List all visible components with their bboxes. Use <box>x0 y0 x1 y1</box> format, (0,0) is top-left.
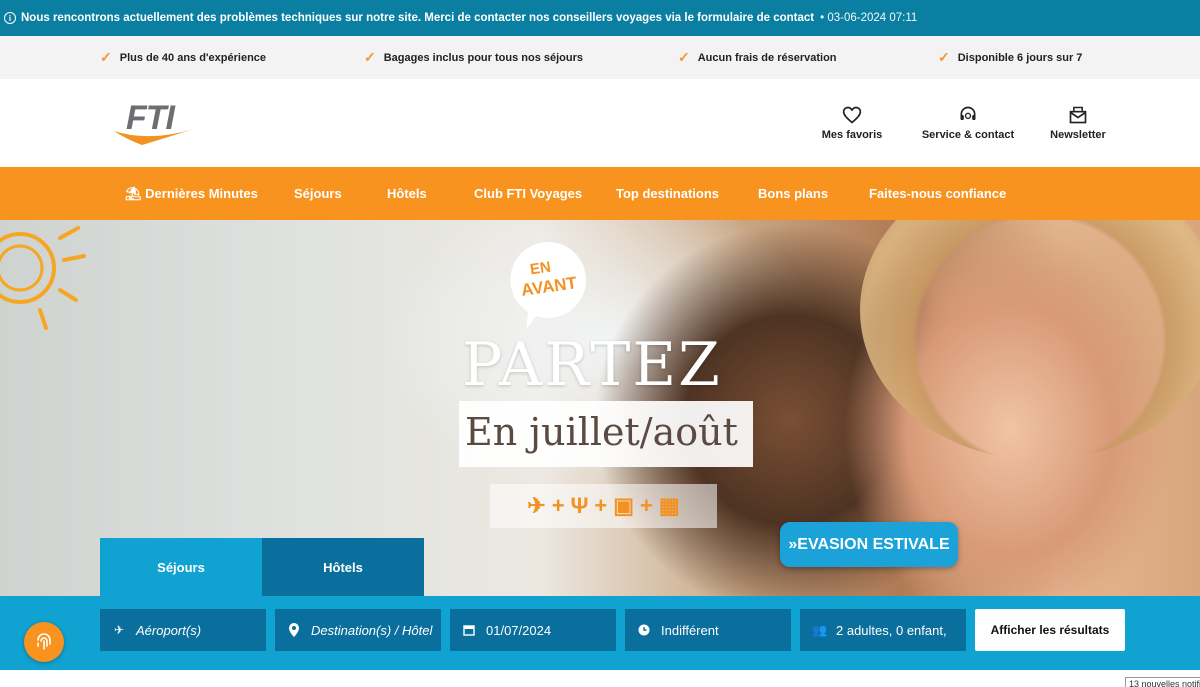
check-icon: ✓ <box>678 49 690 65</box>
page: i Nous rencontrons actuellement des prob… <box>0 0 1200 687</box>
travellers-value: 2 adultes, 0 enfant, <box>836 622 947 638</box>
fti-logo[interactable]: FTI <box>112 99 204 149</box>
badge-text-1: EN <box>528 258 552 279</box>
users-icon: 👥 <box>812 623 827 637</box>
map-pin-icon <box>289 623 299 637</box>
usp-label: Aucun frais de réservation <box>697 51 837 64</box>
airport-field[interactable]: ✈ Aéroport(s) <box>100 609 266 651</box>
usp-item: ✓ Disponible 6 jours sur 7 <box>938 49 1082 66</box>
nav-label: Dernières Minutes <box>145 186 258 201</box>
nav-item-confiance[interactable]: Faites-nous confiance <box>869 186 1006 201</box>
hero-headline: PARTEZ <box>462 330 722 400</box>
airport-placeholder: Aéroport(s) <box>136 622 202 638</box>
travellers-field[interactable]: 👥 2 adultes, 0 enfant, <box>800 609 966 651</box>
nav-item-club-fti[interactable]: Club FTI Voyages <box>474 186 582 201</box>
plus-icon: + <box>594 493 608 518</box>
plane-icon: ✈ <box>113 623 125 637</box>
duration-value: Indifférent <box>661 622 719 638</box>
usp-label: Bagages inclus pour tous nos séjours <box>383 51 583 64</box>
date-field[interactable]: 01/07/2024 <box>450 609 616 651</box>
hero-subheadline: En juillet/août <box>459 401 753 467</box>
date-value: 01/07/2024 <box>486 622 552 638</box>
nav-item-sejours[interactable]: Séjours <box>294 186 342 201</box>
alert-message: Nous rencontrons actuellement des problè… <box>21 12 815 24</box>
tab-hotels[interactable]: Hôtels <box>262 538 424 596</box>
usp-label: Plus de 40 ans d'expérience <box>119 51 267 64</box>
destination-placeholder: Destination(s) / Hôtel <box>311 622 433 638</box>
newsletter-label: Newsletter <box>1050 129 1106 141</box>
sun-icon <box>0 226 86 330</box>
check-icon: ✓ <box>938 49 950 65</box>
tab-sejours[interactable]: Séjours <box>100 538 262 596</box>
plane-icon: ✈ <box>527 493 546 518</box>
search-submit-button[interactable]: Afficher les résultats <box>975 609 1125 651</box>
destination-field[interactable]: Destination(s) / Hôtel <box>275 609 441 651</box>
alert-bar: i Nous rencontrons actuellement des prob… <box>0 0 1200 36</box>
newsletter-link[interactable]: Newsletter <box>1046 105 1110 141</box>
nav-item-top-destinations[interactable]: Top destinations <box>616 186 719 201</box>
heart-icon <box>842 106 862 124</box>
usp-bar: ✓ Plus de 40 ans d'expérience ✓ Bagages … <box>0 36 1200 79</box>
suitcase-icon: ▣ <box>613 493 635 518</box>
check-icon: ✓ <box>364 49 376 65</box>
main-nav: ⛱ Dernières Minutes Séjours Hôtels Club … <box>0 167 1200 220</box>
usp-item: ✓ Bagages inclus pour tous nos séjours <box>364 49 583 66</box>
usp-label: Disponible 6 jours sur 7 <box>957 51 1083 64</box>
alert-date: • 03-06-2024 07:11 <box>820 12 918 24</box>
logo-swoosh-icon <box>114 127 200 145</box>
nav-item-hotels[interactable]: Hôtels <box>387 186 427 201</box>
check-icon: ✓ <box>100 49 112 65</box>
fingerprint-icon[interactable] <box>24 622 64 662</box>
beach-umbrella-icon: ⛱ <box>125 186 142 201</box>
headset-icon <box>960 106 976 120</box>
fork-icon: Ψ <box>570 493 589 518</box>
package-icons: ✈ + Ψ + ▣ + ▦ <box>490 484 717 528</box>
hero-photo-hat <box>860 220 1200 460</box>
bus-icon: ▦ <box>658 493 680 518</box>
service-contact-link[interactable]: Service & contact <box>920 105 1016 141</box>
favorites-link[interactable]: Mes favoris <box>818 105 886 141</box>
usp-item: ✓ Aucun frais de réservation <box>678 49 837 66</box>
calendar-icon <box>463 625 475 636</box>
en-avant-badge: EN AVANT <box>506 240 586 330</box>
nav-item-dernieres-minutes[interactable]: ⛱ Dernières Minutes <box>125 186 258 202</box>
search-bar: ✈ Aéroport(s) Destination(s) / Hôtel 01/… <box>0 596 1200 670</box>
usp-item: ✓ Plus de 40 ans d'expérience <box>100 49 266 66</box>
evasion-estivale-button[interactable]: »EVASION ESTIVALE <box>780 522 958 567</box>
site-header: FTI Mes favoris Service & contact Newsle… <box>0 79 1200 167</box>
clock-icon <box>638 624 650 636</box>
duration-field[interactable]: Indifférent <box>625 609 791 651</box>
envelope-icon <box>1069 106 1087 124</box>
plus-icon: + <box>640 493 653 518</box>
plus-icon: + <box>551 493 565 518</box>
service-contact-label: Service & contact <box>921 129 1015 141</box>
notifications-badge[interactable]: 13 nouvelles notifications <box>1125 677 1200 687</box>
info-icon: i <box>4 12 16 24</box>
nav-item-bons-plans[interactable]: Bons plans <box>758 186 828 201</box>
favorites-label: Mes favoris <box>821 129 883 141</box>
